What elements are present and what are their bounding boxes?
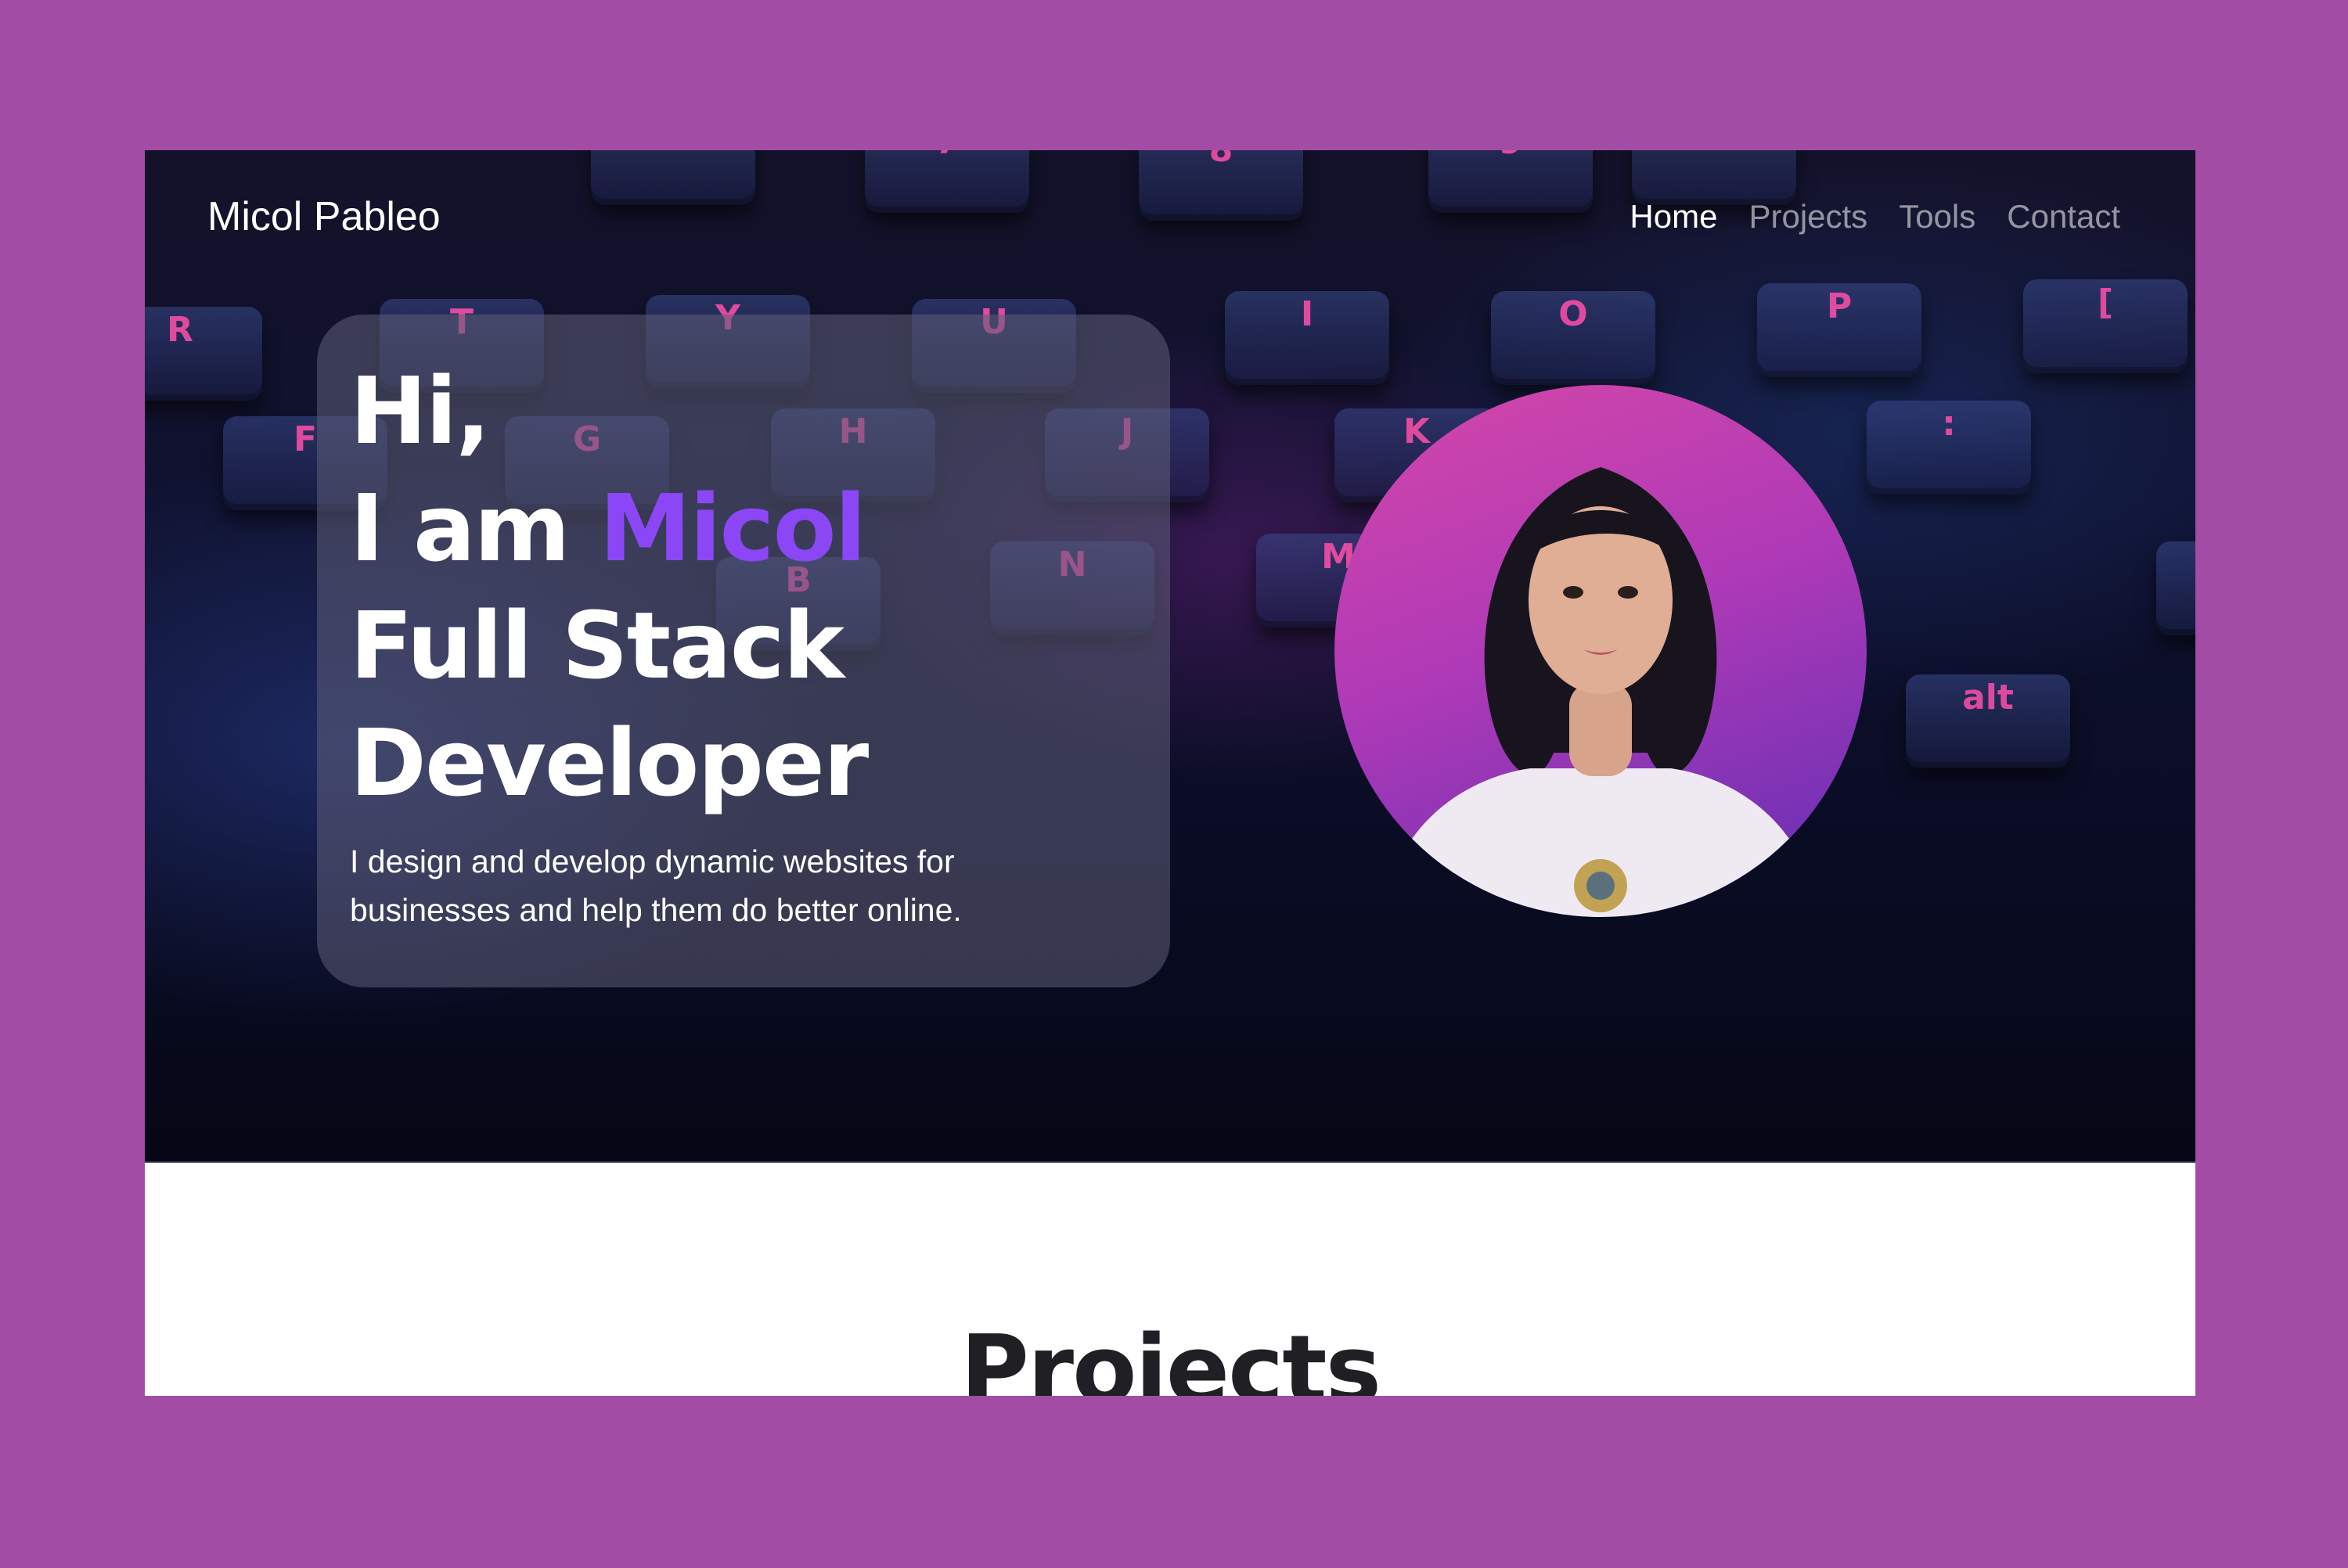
hero-headline: Hi, I am Micol Full Stack Developer	[350, 352, 1170, 822]
keycap: 9	[1428, 150, 1593, 213]
keycap: [	[2023, 279, 2188, 373]
nav-link-tools[interactable]: Tools	[1899, 198, 1975, 236]
profile-avatar	[1334, 385, 1867, 917]
site-brand[interactable]: Micol Pableo	[207, 182, 441, 252]
hero-section: 6 7 8 9 0 R T Y U I O P [ F G H J K : N …	[145, 150, 2195, 1163]
keycap: /	[2156, 541, 2195, 635]
keycap: 7	[865, 150, 1029, 213]
keycap: 6	[591, 150, 755, 205]
nav-link-contact[interactable]: Contact	[2007, 198, 2120, 236]
keycap: P	[1757, 283, 1921, 377]
hero-description: I design and develop dynamic websites fo…	[350, 843, 962, 928]
projects-section-title: Projects	[960, 1315, 1381, 1396]
keycap: O	[1491, 291, 1655, 385]
headline-name: Micol	[599, 474, 866, 582]
main-nav: Home Projects Tools Contact	[1630, 182, 2120, 252]
headline-greeting: Hi,	[350, 357, 491, 465]
website-frame: 6 7 8 9 0 R T Y U I O P [ F G H J K : N …	[145, 150, 2195, 1396]
headline-role-line2: Developer	[350, 709, 869, 817]
nav-link-projects[interactable]: Projects	[1748, 198, 1867, 236]
profile-portrait-illustration	[1381, 467, 1820, 917]
keycap: R	[145, 307, 262, 401]
keycap: :	[1867, 401, 2031, 494]
headline-iam: I am	[350, 474, 600, 582]
keycap: 8	[1139, 150, 1303, 221]
hero-intro-card: Hi, I am Micol Full Stack Developer I de…	[317, 315, 1170, 987]
keycap: I	[1225, 291, 1389, 385]
nav-link-home[interactable]: Home	[1630, 198, 1717, 236]
headline-role-line1: Full Stack	[350, 592, 844, 699]
keycap: alt	[1906, 674, 2070, 768]
